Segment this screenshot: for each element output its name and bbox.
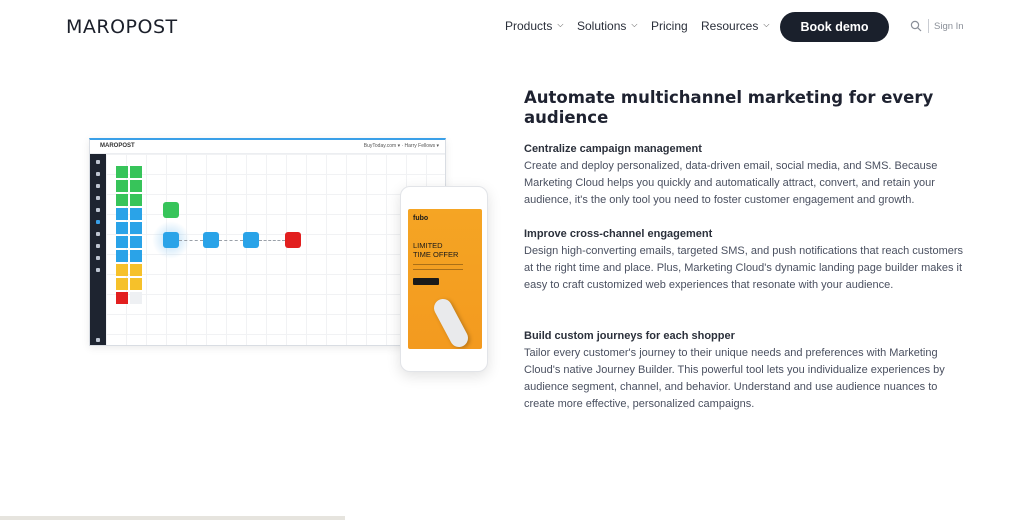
sms-node [243, 232, 259, 248]
bottom-scroll-strip [0, 516, 345, 520]
feature-body: Design high-converting emails, targeted … [524, 245, 964, 291]
feature-body: Tailor every customer's journey to their… [524, 347, 945, 410]
feature-centralize: Centralize campaign management Create an… [524, 142, 964, 209]
palette-block [130, 194, 142, 206]
palette-block [130, 166, 142, 178]
feature-title: Centralize campaign management [524, 143, 702, 155]
chevron-down-icon: ⌵ [763, 20, 770, 29]
journey-canvas [106, 154, 445, 345]
sidebar-icon [96, 338, 100, 342]
sidebar-icon [96, 172, 100, 176]
sidebar-icon [96, 256, 100, 260]
feature-title: Improve cross-channel engagement [524, 228, 713, 240]
palette-block [130, 250, 142, 262]
nav-resources-label: Resources [701, 19, 759, 33]
sidebar-icon [96, 196, 100, 200]
chevron-down-icon: ⌵ [557, 20, 564, 29]
feature-title: Build custom journeys for each shopper [524, 330, 735, 342]
offer-line-2: TIME OFFER [413, 250, 459, 259]
fubo-logo: fubo [413, 215, 429, 222]
offer-line-1: LIMITED [413, 241, 443, 250]
feature-cross-channel: Improve cross-channel engagement Design … [524, 227, 964, 294]
feature-body: Create and deploy personalized, data-dri… [524, 160, 938, 206]
palette-block [116, 208, 128, 220]
phone-mockup: fubo LIMITED TIME OFFER [400, 186, 488, 372]
book-demo-button[interactable]: Book demo [780, 12, 889, 42]
palette-block [130, 278, 142, 290]
palette-block [130, 264, 142, 276]
nav-solutions-label: Solutions [577, 19, 627, 33]
sidebar-icon [96, 160, 100, 164]
palette-block [116, 292, 128, 304]
sidebar-icon [96, 208, 100, 212]
email-node [163, 232, 179, 248]
nav-pricing[interactable]: Pricing [651, 19, 688, 33]
maropost-logo[interactable]: MAROPOST [66, 16, 178, 38]
sidebar-icon [96, 244, 100, 248]
nav-products-label: Products [505, 19, 553, 33]
feature-section: Automate multichannel marketing for ever… [524, 88, 964, 410]
palette-block [116, 264, 128, 276]
flow-connector [179, 240, 203, 241]
offer-text: LIMITED TIME OFFER [413, 241, 458, 259]
palette-block [116, 222, 128, 234]
flow-connector [259, 240, 285, 241]
palette-block [116, 180, 128, 192]
dashboard-logo: MAROPOST [100, 143, 135, 149]
site-header: MAROPOST Products ⌵ Solutions ⌵ Pricing … [0, 0, 1024, 54]
sidebar-icon [96, 220, 100, 224]
sidebar-icon [96, 184, 100, 188]
sidebar-icon [96, 232, 100, 236]
palette-block [116, 236, 128, 248]
nav-products[interactable]: Products ⌵ [505, 19, 563, 33]
palette-block [130, 236, 142, 248]
journey-builder-screenshot: MAROPOST BuyToday.com ▾ · Harry Fellows … [89, 138, 446, 346]
chevron-down-icon: ⌵ [631, 20, 638, 29]
nav-solutions[interactable]: Solutions ⌵ [577, 19, 637, 33]
facebook-node [203, 232, 219, 248]
palette-block [130, 180, 142, 192]
nav-pricing-label: Pricing [651, 19, 688, 33]
section-headline: Automate multichannel marketing for ever… [524, 88, 934, 127]
palette-block [130, 292, 142, 304]
palette-block [116, 166, 128, 178]
sign-in-link[interactable]: Sign In [934, 21, 964, 32]
palette-block [116, 278, 128, 290]
offer-cta [413, 278, 439, 285]
header-divider [928, 19, 929, 33]
palette-block [130, 208, 142, 220]
offer-fineprint [413, 264, 463, 270]
flow-connector [219, 240, 243, 241]
dashboard-sidebar [90, 154, 106, 345]
goal-node [285, 232, 301, 248]
palette-block [116, 250, 128, 262]
palette-block [116, 194, 128, 206]
nav-resources[interactable]: Resources ⌵ [701, 19, 769, 33]
trigger-node [163, 202, 179, 218]
palette-block [130, 222, 142, 234]
remote-image [430, 295, 472, 349]
feature-journeys: Build custom journeys for each shopper T… [524, 329, 964, 413]
dashboard-account: BuyToday.com ▾ · Harry Fellows ▾ [363, 143, 439, 149]
sidebar-icon [96, 268, 100, 272]
phone-screen: fubo LIMITED TIME OFFER [408, 209, 482, 349]
search-icon[interactable] [910, 20, 922, 32]
dashboard-topbar: MAROPOST BuyToday.com ▾ · Harry Fellows … [90, 140, 445, 154]
